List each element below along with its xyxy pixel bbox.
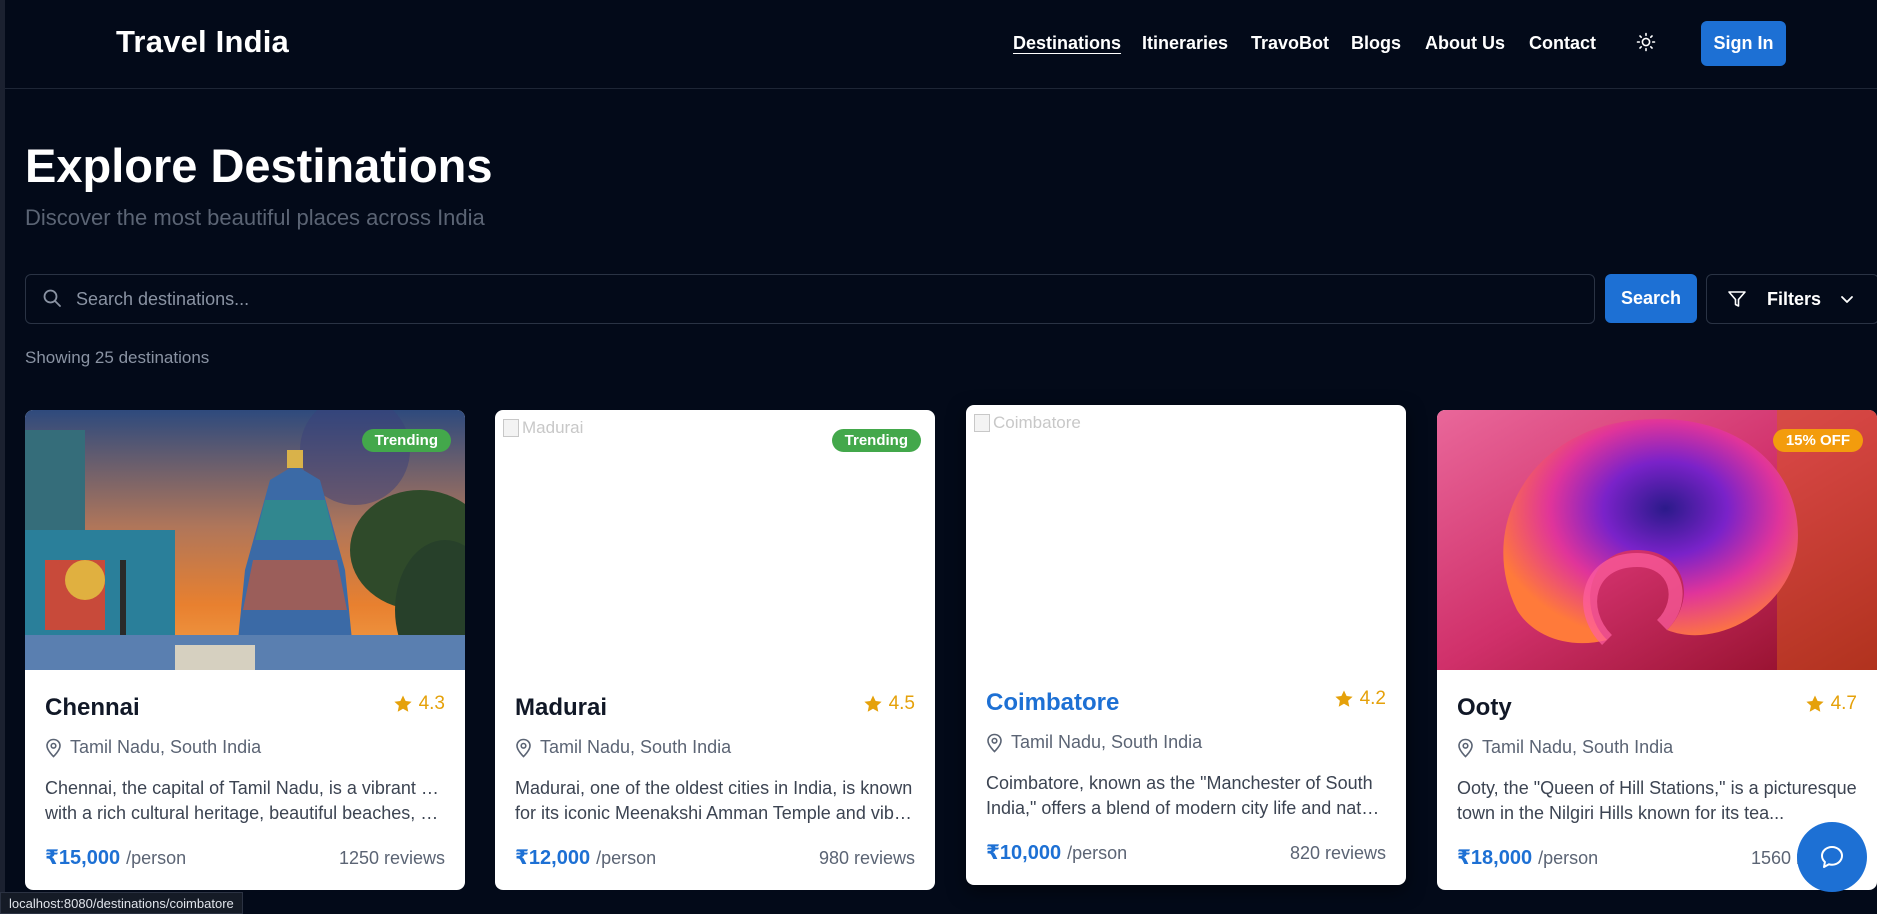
- description-line: India," offers a blend of modern city li…: [986, 798, 1386, 818]
- price-row: ₹10,000/person 820 reviews: [986, 840, 1386, 865]
- location: Tamil Nadu, South India: [45, 737, 261, 758]
- chat-bubble-icon: [1821, 846, 1843, 868]
- destination-description: Coimbatore, known as the "Manchester of …: [986, 771, 1386, 821]
- nav-contact[interactable]: Contact: [1529, 33, 1596, 54]
- nav-itineraries[interactable]: Itineraries: [1142, 33, 1228, 54]
- rating: 4.3: [393, 693, 445, 715]
- location: Tamil Nadu, South India: [986, 732, 1202, 753]
- broken-image-icon: [503, 419, 519, 437]
- broken-image-icon: [974, 414, 990, 432]
- filters-button[interactable]: Filters: [1706, 274, 1877, 324]
- sun-icon[interactable]: [1636, 32, 1656, 52]
- image-alt-text: Coimbatore: [993, 413, 1081, 432]
- window-edge: [0, 0, 5, 906]
- rating: 4.5: [863, 693, 915, 715]
- nav-travobot[interactable]: TravoBot: [1251, 33, 1329, 54]
- chat-button[interactable]: [1797, 822, 1867, 892]
- filter-icon: [1728, 291, 1746, 307]
- rating-value: 4.3: [418, 693, 445, 714]
- nav-about-us[interactable]: About Us: [1425, 33, 1505, 54]
- map-pin-icon: [1458, 738, 1473, 758]
- location: Tamil Nadu, South India: [1457, 737, 1673, 758]
- broken-image: Coimbatore: [974, 413, 1081, 433]
- destination-name[interactable]: Chennai: [45, 694, 140, 722]
- price-unit: /person: [126, 848, 187, 868]
- star-icon: [393, 695, 412, 712]
- rating: 4.2: [1334, 688, 1386, 710]
- destination-card-coimbatore[interactable]: Coimbatore Coimbatore 4.2 Tamil Nadu, So…: [966, 405, 1406, 885]
- brand-logo[interactable]: Travel India: [116, 24, 289, 60]
- destination-image: Trending: [25, 410, 465, 670]
- search-button[interactable]: Search: [1605, 274, 1697, 323]
- sign-in-button[interactable]: Sign In: [1701, 21, 1786, 66]
- search-icon: [43, 289, 61, 307]
- review-count: 820 reviews: [1289, 843, 1386, 863]
- trending-badge: Trending: [831, 429, 921, 452]
- search-input[interactable]: [76, 275, 1556, 323]
- results-count: Showing 25 destinations: [25, 348, 210, 367]
- map-pin-icon: [516, 738, 531, 758]
- search-box: [25, 274, 1595, 324]
- description-line: with a rich cultural heritage, beautiful…: [45, 803, 445, 823]
- destination-name[interactable]: Ooty: [1457, 694, 1512, 722]
- image-alt-text: Madurai: [522, 418, 584, 437]
- review-count: 1250 reviews: [338, 848, 445, 868]
- rating: 4.7: [1805, 693, 1857, 715]
- destination-image: Coimbatore: [966, 405, 1406, 665]
- description-line: Madurai, one of the oldest cities in Ind…: [515, 778, 913, 798]
- price: ₹10,000: [986, 842, 1062, 864]
- destination-name[interactable]: Coimbatore: [986, 689, 1119, 717]
- description-line: Coimbatore, known as the "Manchester of …: [986, 773, 1373, 793]
- description-line: town in the Nilgiri Hills known for its …: [1457, 803, 1785, 823]
- price: ₹12,000: [515, 847, 591, 869]
- map-pin-icon: [987, 733, 1002, 753]
- site-header: Travel India: [5, 0, 1877, 89]
- star-icon: [1805, 695, 1824, 712]
- location-text: Tamil Nadu, South India: [1011, 732, 1203, 752]
- price-unit: /person: [1067, 843, 1128, 863]
- destination-description: Chennai, the capital of Tamil Nadu, is a…: [45, 776, 445, 826]
- page-subtitle: Discover the most beautiful places acros…: [25, 205, 485, 230]
- chevron-down-icon: [1841, 296, 1853, 303]
- rating-value: 4.2: [1359, 688, 1386, 709]
- review-count: 980 reviews: [818, 848, 915, 868]
- star-icon: [1334, 690, 1353, 707]
- destination-name[interactable]: Madurai: [515, 694, 607, 722]
- location-text: Tamil Nadu, South India: [70, 737, 262, 757]
- description-line: for its iconic Meenakshi Amman Temple an…: [515, 803, 915, 823]
- price-row: ₹15,000/person 1250 reviews: [45, 845, 445, 870]
- location-text: Tamil Nadu, South India: [540, 737, 732, 757]
- price-unit: /person: [1538, 848, 1599, 868]
- trending-badge: Trending: [361, 429, 451, 452]
- filters-label: Filters: [1767, 289, 1822, 309]
- destination-description: Ooty, the "Queen of Hill Stations," is a…: [1457, 776, 1857, 826]
- destination-card-madurai[interactable]: Madurai Trending Madurai 4.5 Tamil Nadu,…: [495, 410, 935, 890]
- price: ₹18,000: [1457, 847, 1533, 869]
- description-line: Ooty, the "Queen of Hill Stations," is a…: [1457, 778, 1857, 798]
- broken-image: Madurai: [503, 418, 583, 438]
- nav-destinations[interactable]: Destinations: [1013, 33, 1121, 54]
- rating-value: 4.5: [888, 693, 915, 714]
- map-pin-icon: [46, 738, 61, 758]
- nav-blogs[interactable]: Blogs: [1351, 33, 1401, 54]
- browser-status-url: localhost:8080/destinations/coimbatore: [0, 892, 243, 914]
- rating-value: 4.7: [1830, 693, 1857, 714]
- location-text: Tamil Nadu, South India: [1482, 737, 1674, 757]
- page-title: Explore Destinations: [25, 139, 493, 192]
- destination-image: 15% OFF: [1437, 410, 1877, 670]
- location: Tamil Nadu, South India: [515, 737, 731, 758]
- price: ₹15,000: [45, 847, 121, 869]
- price-row: ₹12,000/person 980 reviews: [515, 845, 915, 870]
- discount-badge: 15% OFF: [1772, 429, 1863, 452]
- price-unit: /person: [596, 848, 657, 868]
- description-line: Chennai, the capital of Tamil Nadu, is a…: [45, 778, 445, 798]
- destination-image: Madurai Trending: [495, 410, 935, 670]
- star-icon: [863, 695, 882, 712]
- destination-description: Madurai, one of the oldest cities in Ind…: [515, 776, 915, 826]
- destination-card-chennai[interactable]: Trending Chennai 4.3 Tamil Nadu, South I…: [25, 410, 465, 890]
- destination-card-ooty[interactable]: 15% OFF Ooty 4.7 Tamil Nadu, South India…: [1437, 410, 1877, 890]
